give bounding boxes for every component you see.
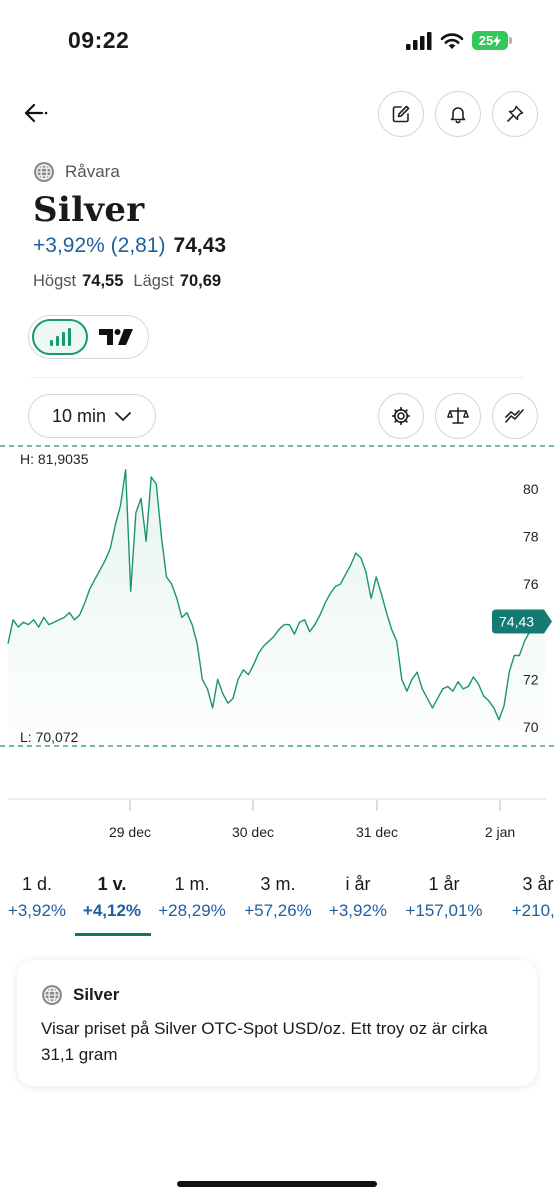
info-text: Visar priset på Silver OTC-Spot USD/oz. … bbox=[41, 1019, 488, 1064]
current-value-label: 74,43 bbox=[499, 613, 534, 629]
charging-icon bbox=[493, 34, 502, 47]
period-label: 1 m. bbox=[174, 874, 210, 894]
bell-icon bbox=[450, 107, 466, 124]
period-change: +3,92% bbox=[328, 901, 388, 920]
scale-button[interactable] bbox=[435, 393, 481, 439]
high-label: H: 81,9035 bbox=[20, 451, 89, 467]
price-area bbox=[8, 469, 545, 746]
status-icons: 25 bbox=[406, 31, 512, 50]
x-tick-label: 30 dec bbox=[232, 824, 274, 840]
globe-icon bbox=[42, 985, 62, 1005]
scale-icon bbox=[447, 407, 469, 424]
period-change: +157,01% bbox=[405, 901, 483, 920]
pin-icon bbox=[507, 105, 524, 122]
edit-button[interactable] bbox=[378, 91, 424, 137]
home-indicator bbox=[177, 1181, 377, 1187]
battery-level: 25 bbox=[478, 33, 494, 48]
period-selector: 1 d. +3,92% 1 v. +4,12% 1 m. +28,29% 3 m. +57,2… bbox=[0, 870, 554, 940]
period-change: +4,12% bbox=[82, 901, 142, 920]
interval-label: 10 min bbox=[51, 405, 107, 426]
native-chart-option[interactable] bbox=[32, 319, 88, 355]
category-row: Råvara bbox=[33, 160, 533, 184]
status-time: 09:22 bbox=[68, 27, 130, 53]
info-header: Silver bbox=[41, 984, 513, 1006]
price-change: +3,92% (2,81) bbox=[33, 234, 166, 257]
x-tick-label: 31 dec bbox=[356, 824, 398, 840]
high-value: 74,55 bbox=[82, 272, 124, 290]
compare-button[interactable] bbox=[492, 393, 538, 439]
high-low-row: Högst 74,55 Lägst 70,69 bbox=[33, 272, 533, 291]
period-change: +210,7 bbox=[511, 901, 554, 920]
globe-icon bbox=[34, 162, 54, 182]
last-price: 74,43 bbox=[173, 234, 227, 257]
period-tab[interactable]: 1 m. +28,29% bbox=[152, 870, 232, 936]
battery-indicator: 25 bbox=[472, 31, 512, 50]
price-row: +3,92% (2,81) 74,43 bbox=[33, 234, 533, 258]
chart-settings-button[interactable] bbox=[378, 393, 424, 439]
chart-type-toggle bbox=[28, 315, 149, 359]
bar-chart-icon bbox=[50, 328, 71, 346]
top-nav bbox=[0, 88, 554, 138]
period-tab[interactable]: i år +3,92% bbox=[323, 870, 393, 936]
low-value: 70,69 bbox=[179, 272, 222, 290]
period-change: +57,26% bbox=[244, 901, 312, 920]
period-tab[interactable]: 3 m. +57,26% bbox=[238, 870, 318, 936]
signal-icon bbox=[406, 31, 432, 50]
status-bar: 09:22 25 bbox=[0, 0, 554, 80]
arrow-left-icon bbox=[24, 103, 48, 123]
y-tick-label: 78 bbox=[523, 528, 539, 544]
info-title: Silver bbox=[73, 985, 120, 1004]
period-tab[interactable]: 1 v. +4,12% bbox=[74, 870, 150, 936]
section-divider bbox=[30, 377, 524, 378]
period-tab[interactable]: 3 år +210,7 bbox=[498, 870, 554, 936]
high-label: Högst bbox=[33, 272, 77, 290]
period-tab[interactable]: 1 år +157,01% bbox=[399, 870, 489, 936]
period-tab[interactable]: 1 d. +3,92% bbox=[2, 870, 72, 936]
back-button[interactable] bbox=[18, 96, 54, 130]
y-tick-label: 80 bbox=[523, 481, 539, 497]
period-change: +3,92% bbox=[7, 901, 67, 920]
x-tick-label: 29 dec bbox=[109, 824, 151, 840]
chevron-down-icon bbox=[115, 412, 131, 421]
period-label: 3 m. bbox=[260, 874, 296, 894]
info-card: Silver Visar priset på Silver OTC-Spot U… bbox=[17, 960, 537, 1086]
instrument-header: Råvara Silver +3,92% (2,81) 74,43 Högst … bbox=[33, 160, 533, 291]
period-label: 3 år bbox=[522, 874, 554, 894]
tradingview-option[interactable] bbox=[88, 319, 144, 355]
period-change: +28,29% bbox=[158, 901, 226, 920]
active-period-underline bbox=[75, 933, 151, 936]
x-tick-label: 2 jan bbox=[485, 824, 515, 840]
gear-icon bbox=[391, 406, 411, 426]
interval-selector[interactable]: 10 min bbox=[28, 394, 156, 438]
low-label: Lägst bbox=[133, 272, 174, 290]
y-tick-label: 76 bbox=[523, 576, 539, 592]
tradingview-icon bbox=[99, 329, 133, 345]
period-label: i år bbox=[345, 874, 371, 894]
pin-button[interactable] bbox=[492, 91, 538, 137]
category-label: Råvara bbox=[65, 162, 120, 181]
edit-icon bbox=[392, 105, 410, 123]
compare-icon bbox=[505, 409, 524, 423]
period-label: 1 år bbox=[428, 874, 460, 894]
period-label: 1 v. bbox=[97, 874, 127, 894]
wifi-icon bbox=[440, 32, 464, 49]
price-chart[interactable]: H: 81,9035L: 70,072807876727074,4329 dec… bbox=[0, 440, 554, 852]
period-label: 1 d. bbox=[21, 874, 53, 894]
alert-button[interactable] bbox=[435, 91, 481, 137]
instrument-title: Silver bbox=[33, 190, 145, 230]
